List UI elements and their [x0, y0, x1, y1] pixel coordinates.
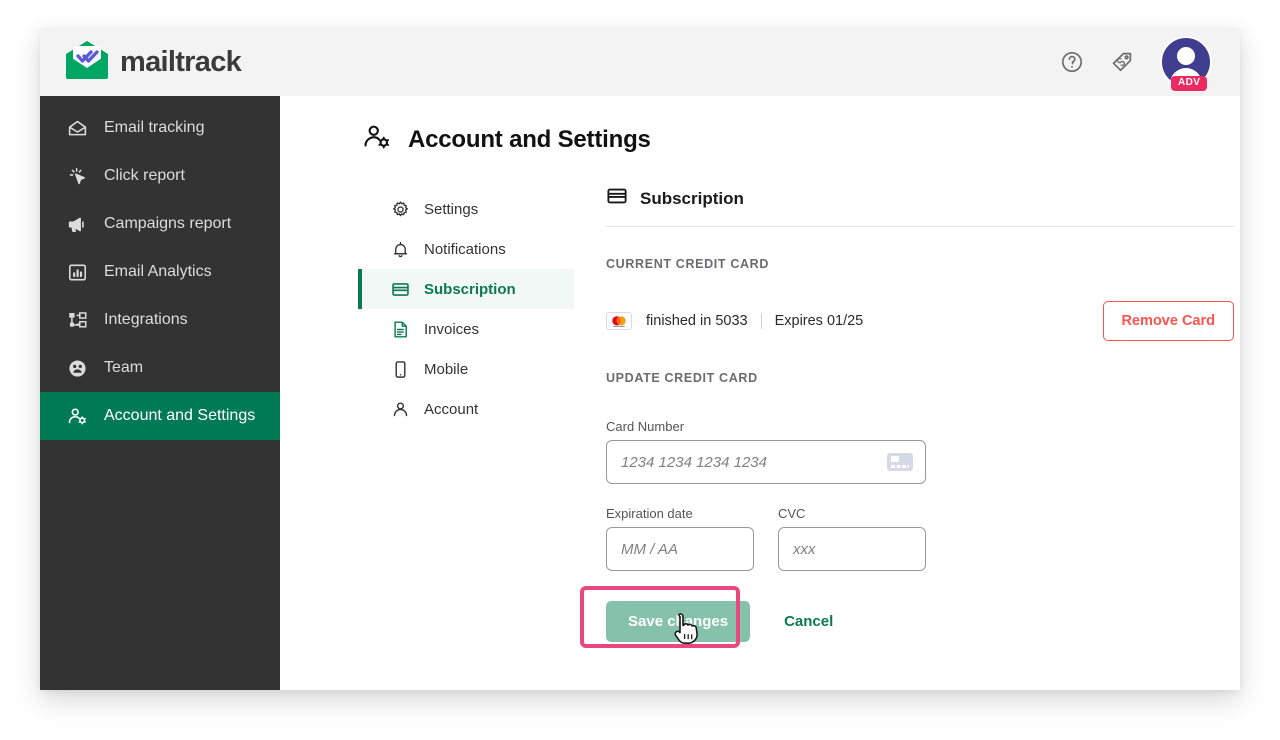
form-actions: Save changes Cancel — [580, 586, 1234, 648]
update-card-form: Card Number 1234 1234 1234 1234 Expirati… — [580, 419, 1234, 648]
mobile-phone-icon — [390, 359, 410, 379]
top-bar: mailtrack ADV — [40, 28, 1240, 96]
people-circle-icon — [66, 357, 88, 379]
click-cursor-icon — [66, 165, 88, 187]
subnav-item-label: Subscription — [424, 280, 516, 298]
subnav-item-label: Notifications — [424, 240, 506, 258]
sidebar-item-account-and-settings[interactable]: Account and Settings — [40, 392, 280, 440]
gear-icon — [390, 199, 410, 219]
save-changes-button[interactable]: Save changes — [606, 601, 751, 642]
content-row: Settings Notifications Subscription Invo… — [280, 185, 1240, 648]
sitemap-icon — [66, 309, 88, 331]
sidebar-item-click-report[interactable]: Click report — [40, 152, 280, 200]
bell-icon — [390, 239, 410, 259]
sidebar-item-label: Team — [104, 359, 144, 376]
mailtrack-envelope-logo-icon — [64, 40, 110, 85]
avatar-plan-badge: ADV — [1171, 76, 1208, 91]
sidebar-item-label: Campaigns report — [104, 215, 232, 232]
page-title: Account and Settings — [408, 125, 651, 153]
app-window: mailtrack ADV Email tracking Click repor… — [40, 28, 1240, 690]
subnav-item-label: Settings — [424, 200, 479, 218]
help-circle-icon[interactable] — [1060, 50, 1084, 74]
subnav-item-label: Account — [424, 400, 479, 418]
subnav-item-label: Invoices — [424, 320, 480, 338]
avatar-head — [1177, 47, 1195, 65]
card-masked-text: finished in 5033 — [646, 313, 748, 329]
panel-divider — [606, 226, 1234, 227]
mastercard-icon — [606, 312, 632, 330]
main-content: Account and Settings Settings Notificati… — [280, 96, 1240, 690]
subnav-item-settings[interactable]: Settings — [358, 189, 574, 229]
avatar[interactable]: ADV — [1160, 36, 1212, 91]
subnav-item-label: Mobile — [424, 360, 469, 378]
card-number-field: Card Number 1234 1234 1234 1234 — [606, 419, 926, 484]
credit-card-icon — [606, 185, 628, 212]
megaphone-icon — [66, 213, 88, 235]
topbar-actions: ADV — [1060, 36, 1212, 91]
sidebar-item-label: Integrations — [104, 311, 188, 328]
sidebar-item-label: Email Analytics — [104, 263, 212, 280]
card-number-placeholder: 1234 1234 1234 1234 — [621, 453, 767, 471]
subscription-panel: Subscription CURRENT CREDIT CARD finishe… — [574, 185, 1234, 648]
brand-logo[interactable]: mailtrack — [64, 40, 242, 85]
sidebar-item-label: Account and Settings — [104, 407, 256, 424]
sidebar-item-label: Click report — [104, 167, 185, 184]
sidebar-item-email-analytics[interactable]: Email Analytics — [40, 248, 280, 296]
card-number-label: Card Number — [606, 419, 685, 434]
user-gear-icon — [66, 405, 88, 427]
current-card-section-label: CURRENT CREDIT CARD — [606, 257, 770, 271]
sidebar: Email tracking Click report Campaigns re… — [40, 96, 280, 690]
sidebar-item-email-tracking[interactable]: Email tracking — [40, 104, 280, 152]
credit-card-placeholder-icon — [887, 453, 913, 471]
bar-chart-icon — [66, 261, 88, 283]
expiry-cvc-row: Expiration date MM / AA CVC xxx — [606, 506, 1234, 571]
person-icon — [390, 399, 410, 419]
tag-icon[interactable] — [1110, 50, 1134, 74]
brand-wordmark: mailtrack — [120, 45, 242, 78]
cvc-placeholder: xxx — [793, 540, 816, 558]
sidebar-item-team[interactable]: Team — [40, 344, 280, 392]
expiration-input[interactable]: MM / AA — [606, 527, 754, 571]
sidebar-item-integrations[interactable]: Integrations — [40, 296, 280, 344]
cvc-field: CVC xxx — [778, 506, 926, 571]
card-number-input[interactable]: 1234 1234 1234 1234 — [606, 440, 926, 484]
cancel-button[interactable]: Cancel — [784, 613, 833, 630]
panel-header: Subscription — [606, 185, 1234, 226]
card-divider — [760, 313, 762, 329]
sidebar-item-campaigns-report[interactable]: Campaigns report — [40, 200, 280, 248]
card-expiry-text: Expires 01/25 — [774, 313, 864, 329]
expiration-field: Expiration date MM / AA — [606, 506, 754, 571]
expiration-placeholder: MM / AA — [621, 540, 678, 558]
cvc-label: CVC — [778, 506, 806, 521]
current-card-row: finished in 5033 Expires 01/25 Remove Ca… — [606, 301, 1234, 341]
user-gear-icon — [362, 122, 392, 157]
sidebar-item-label: Email tracking — [104, 119, 205, 136]
subnav-item-invoices[interactable]: Invoices — [358, 309, 574, 349]
open-envelope-icon — [66, 117, 88, 139]
subnav-item-subscription[interactable]: Subscription — [358, 269, 574, 309]
document-icon — [390, 319, 410, 339]
credit-card-icon — [390, 279, 410, 299]
cvc-input[interactable]: xxx — [778, 527, 926, 571]
subnav-item-notifications[interactable]: Notifications — [358, 229, 574, 269]
subnav-item-mobile[interactable]: Mobile — [358, 349, 574, 389]
panel-title: Subscription — [640, 188, 744, 208]
settings-subnav: Settings Notifications Subscription Invo… — [358, 185, 574, 642]
card-summary: finished in 5033 Expires 01/25 — [646, 313, 863, 329]
page-header: Account and Settings — [280, 96, 1240, 157]
remove-card-button[interactable]: Remove Card — [1102, 301, 1234, 341]
expiration-label: Expiration date — [606, 506, 693, 521]
subnav-item-account[interactable]: Account — [358, 389, 574, 429]
update-card-section-label: UPDATE CREDIT CARD — [606, 371, 758, 385]
